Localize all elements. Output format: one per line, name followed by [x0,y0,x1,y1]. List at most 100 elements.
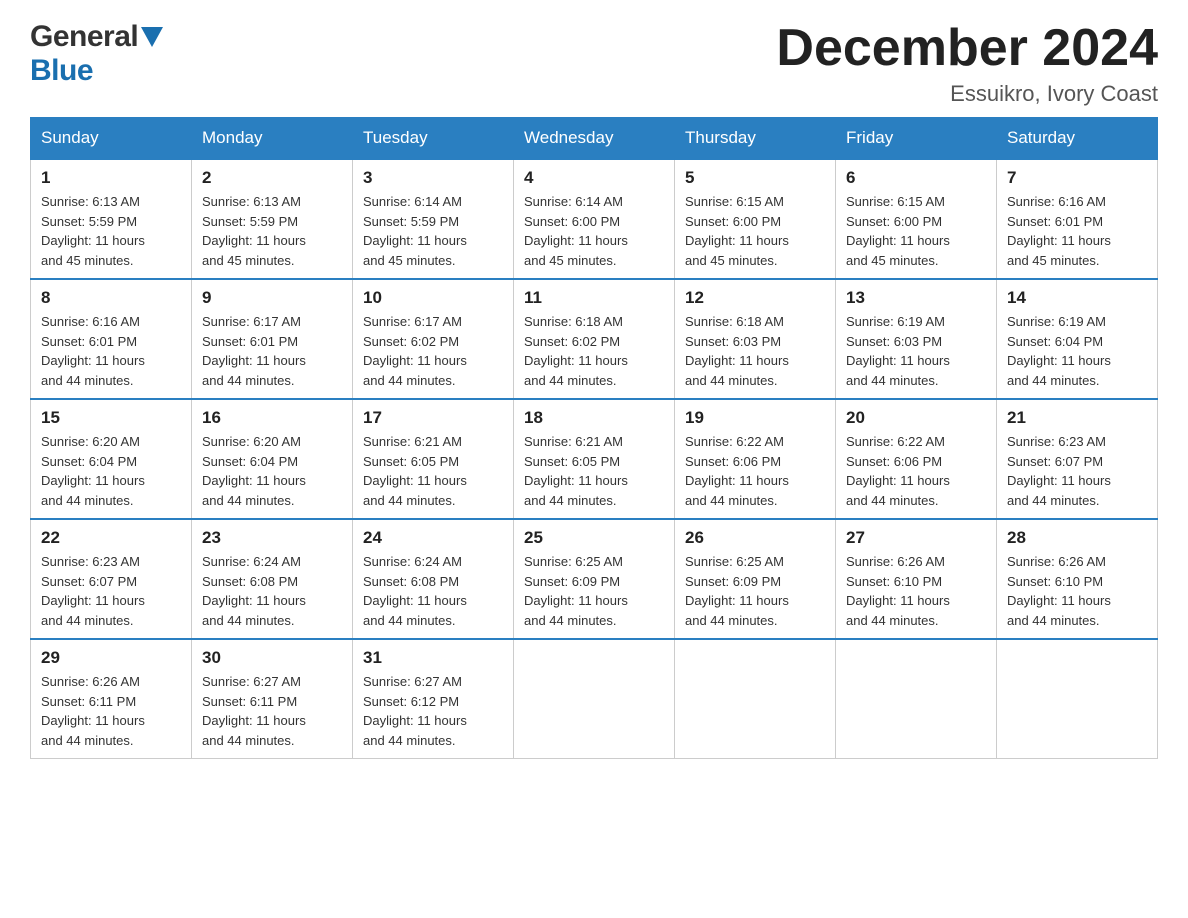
day-info: Sunrise: 6:14 AMSunset: 5:59 PMDaylight:… [363,192,503,270]
header-friday: Friday [836,118,997,160]
day-info: Sunrise: 6:24 AMSunset: 6:08 PMDaylight:… [363,552,503,630]
day-number: 17 [363,408,503,428]
day-number: 8 [41,288,181,308]
calendar-day-17: 17 Sunrise: 6:21 AMSunset: 6:05 PMDaylig… [353,399,514,519]
day-number: 26 [685,528,825,548]
logo-general: General [30,20,138,54]
page-subtitle: Essuikro, Ivory Coast [776,81,1158,107]
calendar-day-31: 31 Sunrise: 6:27 AMSunset: 6:12 PMDaylig… [353,639,514,759]
calendar-table: SundayMondayTuesdayWednesdayThursdayFrid… [30,117,1158,759]
day-info: Sunrise: 6:25 AMSunset: 6:09 PMDaylight:… [685,552,825,630]
day-number: 11 [524,288,664,308]
day-number: 15 [41,408,181,428]
day-number: 3 [363,168,503,188]
day-info: Sunrise: 6:19 AMSunset: 6:04 PMDaylight:… [1007,312,1147,390]
day-info: Sunrise: 6:17 AMSunset: 6:01 PMDaylight:… [202,312,342,390]
day-number: 25 [524,528,664,548]
calendar-day-3: 3 Sunrise: 6:14 AMSunset: 5:59 PMDayligh… [353,159,514,279]
calendar-day-22: 22 Sunrise: 6:23 AMSunset: 6:07 PMDaylig… [31,519,192,639]
calendar-day-7: 7 Sunrise: 6:16 AMSunset: 6:01 PMDayligh… [997,159,1158,279]
day-number: 6 [846,168,986,188]
day-number: 10 [363,288,503,308]
day-info: Sunrise: 6:26 AMSunset: 6:10 PMDaylight:… [1007,552,1147,630]
empty-cell [997,639,1158,759]
calendar-day-12: 12 Sunrise: 6:18 AMSunset: 6:03 PMDaylig… [675,279,836,399]
day-number: 12 [685,288,825,308]
calendar-day-20: 20 Sunrise: 6:22 AMSunset: 6:06 PMDaylig… [836,399,997,519]
day-info: Sunrise: 6:17 AMSunset: 6:02 PMDaylight:… [363,312,503,390]
empty-cell [836,639,997,759]
day-info: Sunrise: 6:16 AMSunset: 6:01 PMDaylight:… [41,312,181,390]
day-info: Sunrise: 6:13 AMSunset: 5:59 PMDaylight:… [41,192,181,270]
day-info: Sunrise: 6:26 AMSunset: 6:11 PMDaylight:… [41,672,181,750]
day-number: 1 [41,168,181,188]
calendar-header-row: SundayMondayTuesdayWednesdayThursdayFrid… [31,118,1158,160]
calendar-week-1: 1 Sunrise: 6:13 AMSunset: 5:59 PMDayligh… [31,159,1158,279]
calendar-week-4: 22 Sunrise: 6:23 AMSunset: 6:07 PMDaylig… [31,519,1158,639]
logo-arrow-icon [141,27,163,52]
logo: General Blue [30,20,163,88]
calendar-week-3: 15 Sunrise: 6:20 AMSunset: 6:04 PMDaylig… [31,399,1158,519]
day-info: Sunrise: 6:24 AMSunset: 6:08 PMDaylight:… [202,552,342,630]
calendar-day-21: 21 Sunrise: 6:23 AMSunset: 6:07 PMDaylig… [997,399,1158,519]
day-info: Sunrise: 6:23 AMSunset: 6:07 PMDaylight:… [1007,432,1147,510]
calendar-day-5: 5 Sunrise: 6:15 AMSunset: 6:00 PMDayligh… [675,159,836,279]
day-info: Sunrise: 6:18 AMSunset: 6:02 PMDaylight:… [524,312,664,390]
calendar-day-29: 29 Sunrise: 6:26 AMSunset: 6:11 PMDaylig… [31,639,192,759]
calendar-day-8: 8 Sunrise: 6:16 AMSunset: 6:01 PMDayligh… [31,279,192,399]
day-number: 7 [1007,168,1147,188]
day-number: 31 [363,648,503,668]
day-number: 16 [202,408,342,428]
header-tuesday: Tuesday [353,118,514,160]
day-info: Sunrise: 6:23 AMSunset: 6:07 PMDaylight:… [41,552,181,630]
calendar-day-27: 27 Sunrise: 6:26 AMSunset: 6:10 PMDaylig… [836,519,997,639]
calendar-day-10: 10 Sunrise: 6:17 AMSunset: 6:02 PMDaylig… [353,279,514,399]
title-block: December 2024 Essuikro, Ivory Coast [776,20,1158,107]
day-info: Sunrise: 6:22 AMSunset: 6:06 PMDaylight:… [685,432,825,510]
calendar-day-13: 13 Sunrise: 6:19 AMSunset: 6:03 PMDaylig… [836,279,997,399]
calendar-day-26: 26 Sunrise: 6:25 AMSunset: 6:09 PMDaylig… [675,519,836,639]
day-number: 23 [202,528,342,548]
day-number: 13 [846,288,986,308]
calendar-day-4: 4 Sunrise: 6:14 AMSunset: 6:00 PMDayligh… [514,159,675,279]
calendar-day-19: 19 Sunrise: 6:22 AMSunset: 6:06 PMDaylig… [675,399,836,519]
day-number: 5 [685,168,825,188]
day-info: Sunrise: 6:21 AMSunset: 6:05 PMDaylight:… [363,432,503,510]
header-thursday: Thursday [675,118,836,160]
calendar-day-2: 2 Sunrise: 6:13 AMSunset: 5:59 PMDayligh… [192,159,353,279]
day-number: 30 [202,648,342,668]
day-info: Sunrise: 6:19 AMSunset: 6:03 PMDaylight:… [846,312,986,390]
day-number: 21 [1007,408,1147,428]
day-info: Sunrise: 6:20 AMSunset: 6:04 PMDaylight:… [41,432,181,510]
day-info: Sunrise: 6:25 AMSunset: 6:09 PMDaylight:… [524,552,664,630]
calendar-day-14: 14 Sunrise: 6:19 AMSunset: 6:04 PMDaylig… [997,279,1158,399]
calendar-day-11: 11 Sunrise: 6:18 AMSunset: 6:02 PMDaylig… [514,279,675,399]
day-number: 19 [685,408,825,428]
day-info: Sunrise: 6:15 AMSunset: 6:00 PMDaylight:… [846,192,986,270]
day-info: Sunrise: 6:21 AMSunset: 6:05 PMDaylight:… [524,432,664,510]
day-number: 18 [524,408,664,428]
logo-blue: Blue [30,54,93,87]
day-number: 9 [202,288,342,308]
day-info: Sunrise: 6:27 AMSunset: 6:11 PMDaylight:… [202,672,342,750]
day-number: 22 [41,528,181,548]
calendar-week-2: 8 Sunrise: 6:16 AMSunset: 6:01 PMDayligh… [31,279,1158,399]
calendar-day-6: 6 Sunrise: 6:15 AMSunset: 6:00 PMDayligh… [836,159,997,279]
calendar-day-18: 18 Sunrise: 6:21 AMSunset: 6:05 PMDaylig… [514,399,675,519]
calendar-day-28: 28 Sunrise: 6:26 AMSunset: 6:10 PMDaylig… [997,519,1158,639]
calendar-day-9: 9 Sunrise: 6:17 AMSunset: 6:01 PMDayligh… [192,279,353,399]
calendar-day-16: 16 Sunrise: 6:20 AMSunset: 6:04 PMDaylig… [192,399,353,519]
page-title: December 2024 [776,20,1158,77]
day-info: Sunrise: 6:16 AMSunset: 6:01 PMDaylight:… [1007,192,1147,270]
page-header: General Blue December 2024 Essuikro, Ivo… [30,20,1158,107]
day-info: Sunrise: 6:14 AMSunset: 6:00 PMDaylight:… [524,192,664,270]
day-number: 20 [846,408,986,428]
day-info: Sunrise: 6:13 AMSunset: 5:59 PMDaylight:… [202,192,342,270]
calendar-week-5: 29 Sunrise: 6:26 AMSunset: 6:11 PMDaylig… [31,639,1158,759]
empty-cell [675,639,836,759]
calendar-day-25: 25 Sunrise: 6:25 AMSunset: 6:09 PMDaylig… [514,519,675,639]
calendar-day-30: 30 Sunrise: 6:27 AMSunset: 6:11 PMDaylig… [192,639,353,759]
day-number: 14 [1007,288,1147,308]
day-info: Sunrise: 6:27 AMSunset: 6:12 PMDaylight:… [363,672,503,750]
day-info: Sunrise: 6:26 AMSunset: 6:10 PMDaylight:… [846,552,986,630]
